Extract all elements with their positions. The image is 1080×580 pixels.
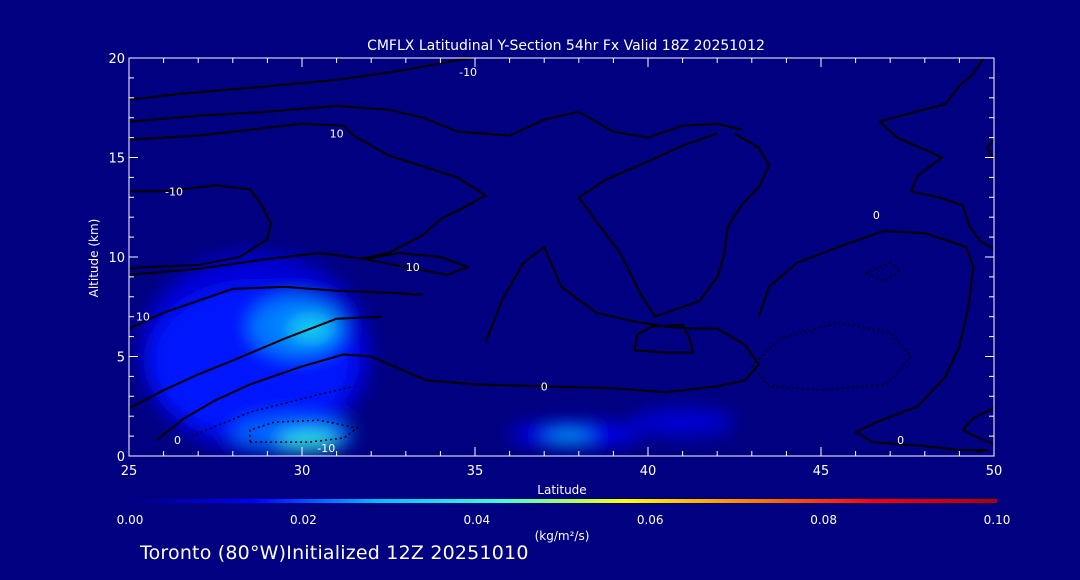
y-tick-label-20: 20: [108, 52, 125, 67]
colorbar-tick-label-1: 0.02: [290, 513, 317, 527]
contour-label-1: -10: [459, 66, 477, 79]
footer-location: Toronto (80°W): [140, 542, 287, 564]
colorbar-tick-label-0: 0.00: [117, 513, 144, 527]
contour-label-6: 0: [174, 434, 181, 447]
colorbar-tick-label-5: 0.10: [984, 513, 1011, 527]
chart-stage: CMFLX Latitudinal Y-Section 54hr Fx Vali…: [0, 0, 1080, 576]
x-tick-label-50: 50: [986, 464, 1003, 479]
colorbar-tick-label-4: 0.08: [810, 513, 837, 527]
colorbar-tick-label-2: 0.04: [463, 513, 490, 527]
dotted-contour-line-2: [865, 262, 902, 282]
contour-line-10: [633, 323, 694, 354]
colorbar-ramp: [130, 499, 997, 503]
x-tick-label-35: 35: [467, 464, 484, 479]
contour-line-14: [986, 138, 994, 159]
flux-region-8: [544, 432, 593, 441]
contour-line-9: [577, 132, 771, 318]
footer-caption: Toronto (80°W)Initialized 12Z 20251010: [140, 542, 529, 564]
dotted-contour-line-1: [751, 321, 912, 392]
y-tick-label-5: 5: [117, 351, 125, 366]
contour-label-5: 10: [136, 311, 150, 324]
contour-label-8: 0: [541, 380, 548, 393]
y-tick-label-15: 15: [108, 152, 125, 167]
heatmap-layer: [139, 253, 735, 453]
cross-section-chart: CMFLX Latitudinal Y-Section 54hr Fx Vali…: [87, 38, 1011, 543]
contour-label-7: -10: [317, 442, 335, 455]
y-tick-label-10: 10: [108, 251, 125, 266]
chart-title: CMFLX Latitudinal Y-Section 54hr Fx Vali…: [367, 38, 765, 54]
contour-line-13: [878, 58, 994, 250]
flux-region-9: [630, 408, 735, 437]
y-tick-label-0: 0: [117, 450, 125, 465]
contour-label-3: -10: [165, 185, 183, 198]
contour-label-9: 0: [873, 209, 880, 222]
x-tick-label-30: 30: [294, 464, 311, 479]
contour-label-4: 10: [406, 261, 420, 274]
contour-line-12: [961, 407, 994, 446]
colorbar-tick-label-3: 0.06: [637, 513, 664, 527]
colorbar-units: (kg/m²/s): [535, 529, 590, 543]
colorbar: 0.00 0.02 0.04 0.06 0.08 0.10: [117, 499, 1011, 527]
x-tick-label-25: 25: [121, 464, 138, 479]
x-axis-label: Latitude: [537, 483, 586, 497]
y-axis-label: Altitude (km): [87, 219, 101, 298]
x-tick-label-45: 45: [813, 464, 830, 479]
contour-label-2: 10: [330, 128, 344, 141]
contour-label-10: 0: [897, 434, 904, 447]
contour-line-11: [757, 230, 989, 453]
footer-initialized: Initialized 12Z 20251010: [286, 542, 529, 564]
x-tick-label-40: 40: [640, 464, 657, 479]
